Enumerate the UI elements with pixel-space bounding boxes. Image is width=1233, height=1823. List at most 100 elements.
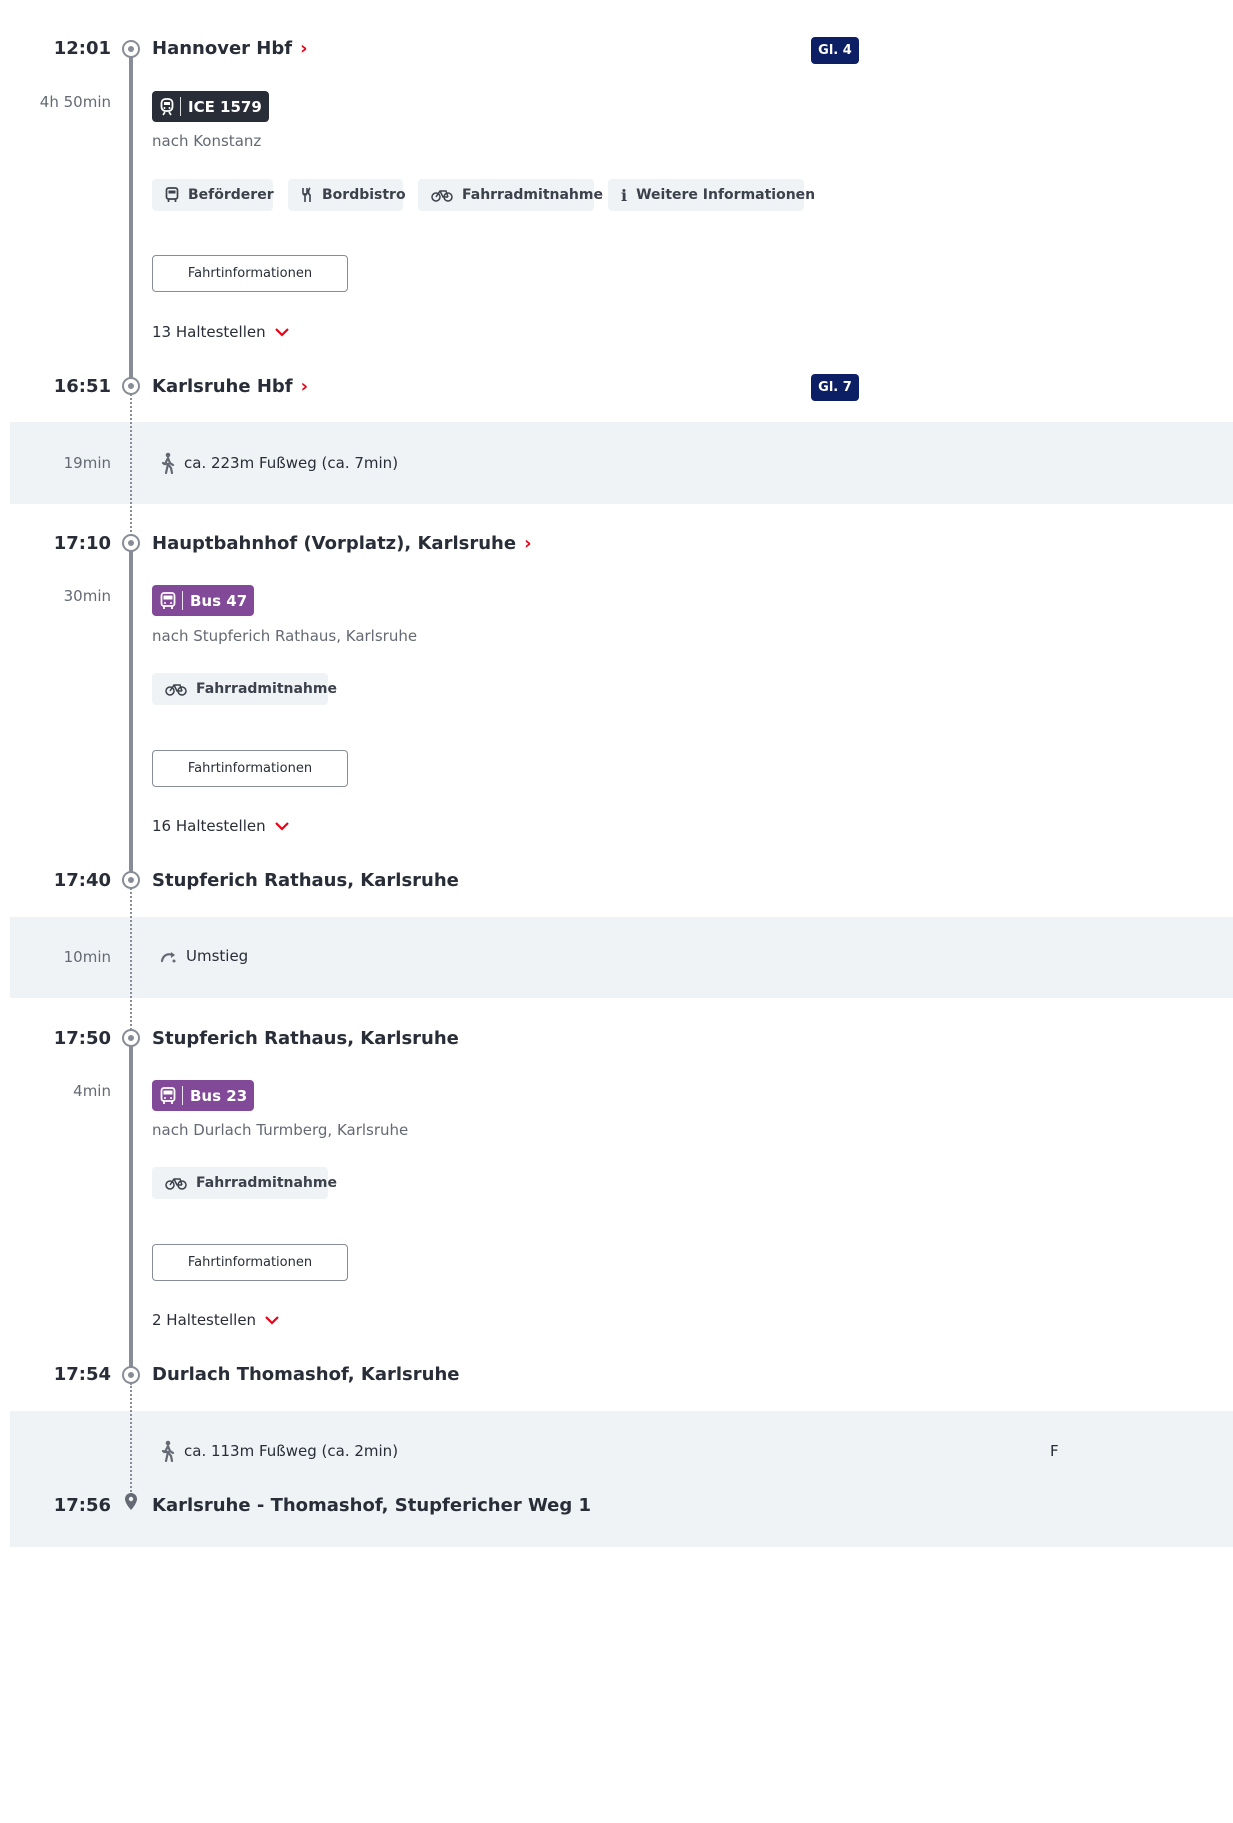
stop-name: Hannover Hbf: [152, 38, 293, 59]
badge-separator: [180, 97, 181, 116]
stop-name-stupferich-arrival: Stupferich Rathaus, Karlsruhe: [152, 870, 459, 891]
final-destination: Karlsruhe - Thomashof, Stupfericher Weg …: [152, 1495, 591, 1516]
stop-node: [122, 40, 140, 58]
truncated-text: F: [1050, 1442, 1059, 1460]
badge-separator: [182, 1086, 183, 1105]
chevron-down-icon: [265, 1315, 279, 1325]
stop-name: Hauptbahnhof (Vorplatz), Karlsruhe: [152, 533, 517, 554]
arrival-time: 17:54: [53, 1364, 111, 1385]
product-name: ICE 1579: [188, 97, 262, 116]
timeline-line-bus47: [129, 551, 133, 881]
walk-info: ca. 223m Fußweg (ca. 7min): [160, 452, 398, 474]
product-name: Bus 23: [190, 1086, 248, 1105]
walk-icon: [160, 452, 176, 474]
leg-duration: 4min: [73, 1082, 111, 1100]
leg-duration: 30min: [63, 587, 111, 605]
stop-link-hannover[interactable]: Hannover Hbf ›: [152, 38, 308, 59]
bus-icon: [160, 591, 176, 610]
transfer-icon: [160, 948, 178, 964]
timeline-line-ice: [129, 56, 133, 386]
timeline-line-bus23: [129, 1046, 133, 1376]
bus-product-badge: Bus 23: [152, 1080, 255, 1111]
stops-count: 16 Haltestellen: [152, 817, 266, 835]
chip-befoerderer[interactable]: Beförderer: [152, 179, 274, 211]
product-name: Bus 47: [190, 591, 248, 610]
cutlery-icon: [301, 187, 313, 203]
stops-toggle[interactable]: 16 Haltestellen: [152, 817, 289, 835]
stop-link-karlsruhe-hbf[interactable]: Karlsruhe Hbf ›: [152, 376, 308, 397]
stop-name: Stupferich Rathaus, Karlsruhe: [152, 870, 459, 891]
chevron-down-icon: [274, 821, 289, 831]
stops-toggle[interactable]: 2 Haltestellen: [152, 1311, 279, 1329]
departure-time: 12:01: [53, 38, 111, 59]
fahrtinformationen-button[interactable]: Fahrtinformationen: [152, 750, 348, 787]
transfer-info: Umstieg: [160, 947, 248, 965]
chevron-right-icon: ›: [524, 533, 532, 554]
bus-product-badge: Bus 47: [152, 585, 255, 616]
timeline-dotted-walk-1: [130, 394, 132, 544]
bicycle-icon: [165, 1176, 187, 1190]
stop-name-durlach-thomashof: Durlach Thomashof, Karlsruhe: [152, 1364, 459, 1385]
final-arrival-time: 17:56: [53, 1495, 111, 1516]
fahrtinformationen-button[interactable]: Fahrtinformationen: [152, 1244, 348, 1281]
stop-node: [122, 1029, 140, 1047]
stop-name: Karlsruhe - Thomashof, Stupfericher Weg …: [152, 1495, 592, 1516]
stop-node: [122, 871, 140, 889]
chip-label: Beförderer: [188, 187, 274, 203]
walk-info: ca. 113m Fußweg (ca. 2min): [160, 1440, 398, 1462]
chip-fahrradmitnahme[interactable]: Fahrradmitnahme: [152, 1167, 337, 1199]
direction-text: nach Stupferich Rathaus, Karlsruhe: [152, 627, 418, 645]
chip-label: Fahrradmitnahme: [462, 187, 603, 203]
stops-count: 13 Haltestellen: [152, 323, 266, 341]
info-icon: i: [621, 185, 628, 205]
walk-transfer-band-3: [10, 1411, 1233, 1547]
direction-text: nach Durlach Turmberg, Karlsruhe: [152, 1121, 409, 1139]
leg-duration: 4h 50min: [39, 93, 111, 111]
stop-link-hauptbahnhof-vorplatz[interactable]: Hauptbahnhof (Vorplatz), Karlsruhe ›: [152, 533, 531, 554]
platform-badge: Gl. 7: [811, 374, 859, 401]
chevron-down-icon: [274, 327, 289, 337]
stops-toggle[interactable]: 13 Haltestellen: [152, 323, 289, 341]
departure-time: 17:50: [53, 1028, 111, 1049]
stop-name: Karlsruhe Hbf: [152, 376, 293, 397]
bicycle-icon: [165, 682, 187, 696]
timeline-dotted-transfer: [130, 888, 132, 1038]
bus-icon: [165, 187, 179, 203]
direction-text: nach Konstanz: [152, 132, 262, 150]
chip-label: Fahrradmitnahme: [196, 681, 337, 697]
arrival-time: 17:40: [53, 870, 111, 891]
fahrtinformationen-button[interactable]: Fahrtinformationen: [152, 255, 348, 292]
chip-label: Bordbistro: [322, 187, 406, 203]
chip-bordbistro[interactable]: Bordbistro: [288, 179, 406, 211]
chevron-right-icon: ›: [300, 38, 308, 59]
bicycle-icon: [431, 188, 453, 202]
train-product-badge: ICE 1579: [152, 91, 269, 122]
chip-weitere-informationen[interactable]: i Weitere Informationen: [608, 179, 815, 211]
stop-node: [122, 1366, 140, 1384]
chip-fahrradmitnahme[interactable]: Fahrradmitnahme: [152, 673, 337, 705]
stop-name: Durlach Thomashof, Karlsruhe: [152, 1364, 460, 1385]
walk-text: ca. 223m Fußweg (ca. 7min): [184, 454, 399, 472]
chevron-right-icon: ›: [300, 376, 309, 397]
train-icon: [160, 97, 174, 116]
walk-text: ca. 113m Fußweg (ca. 2min): [184, 1442, 399, 1460]
stop-node: [122, 534, 140, 552]
transfer-text: Umstieg: [186, 947, 249, 965]
stop-name-stupferich-departure: Stupferich Rathaus, Karlsruhe: [152, 1028, 459, 1049]
chip-label: Weitere Informationen: [636, 187, 816, 203]
transfer-duration: 10min: [63, 948, 111, 966]
stops-count: 2 Haltestellen: [152, 1311, 257, 1329]
chip-label: Fahrradmitnahme: [196, 1175, 337, 1191]
location-pin-icon: [123, 1492, 139, 1516]
platform-badge: Gl. 4: [811, 37, 859, 64]
badge-separator: [182, 591, 183, 610]
bus-icon: [160, 1086, 176, 1105]
chip-fahrradmitnahme[interactable]: Fahrradmitnahme: [418, 179, 603, 211]
timeline-dotted-walk-2: [130, 1383, 132, 1495]
stop-node: [122, 377, 140, 395]
walk-icon: [160, 1440, 176, 1462]
transfer-duration: 19min: [63, 454, 111, 472]
stop-name: Stupferich Rathaus, Karlsruhe: [152, 1028, 459, 1049]
departure-time: 17:10: [53, 533, 111, 554]
arrival-time: 16:51: [53, 376, 111, 397]
